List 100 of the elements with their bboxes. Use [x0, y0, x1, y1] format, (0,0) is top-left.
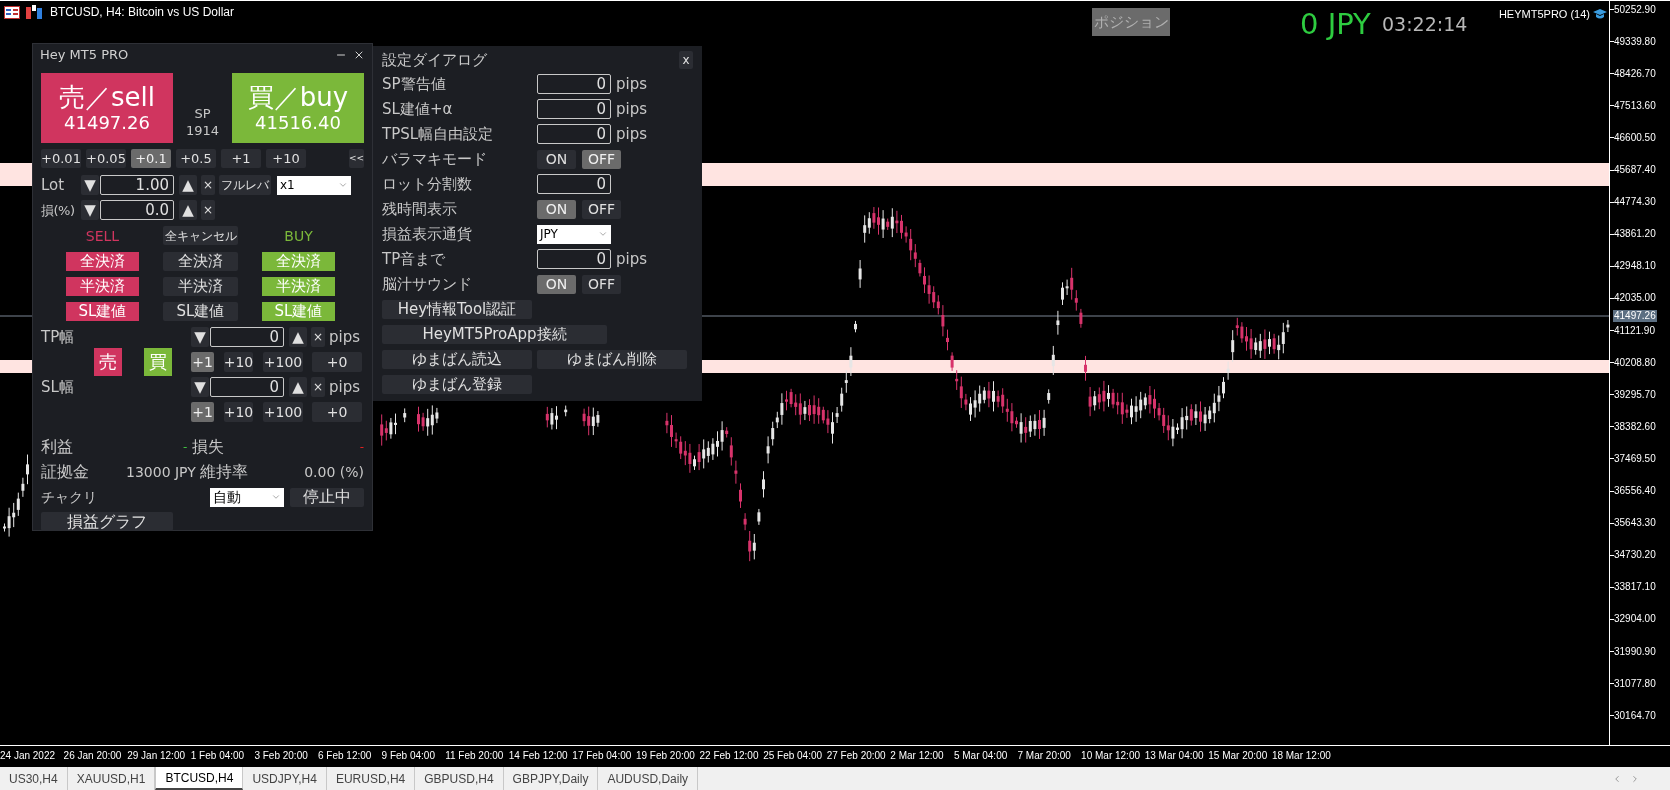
risk-field[interactable]: 0.0	[100, 200, 174, 220]
step-button[interactable]: +10	[224, 402, 253, 422]
leverage-select[interactable]: x1	[277, 175, 351, 195]
setting-field[interactable]: 0	[537, 124, 611, 144]
step-button[interactable]: +1	[191, 402, 214, 422]
scroll-left-icon[interactable]	[1612, 773, 1622, 784]
lot-step-button[interactable]: +0.01	[41, 149, 81, 168]
price-tick-label: 46600.50	[1614, 130, 1656, 145]
lot-step-button[interactable]: +0.5	[176, 149, 216, 168]
step-button[interactable]: +100	[263, 352, 303, 372]
sell-close-button[interactable]: SL建値	[66, 302, 139, 321]
risk-label: 損(%)	[41, 203, 76, 217]
increase-button[interactable]: ▲	[179, 175, 197, 195]
close-all-sides-button[interactable]: 半決済	[163, 277, 238, 296]
decrease-button[interactable]: ▼	[81, 200, 99, 220]
clear-button[interactable]: ×	[201, 200, 215, 220]
settings-action-button[interactable]: HeyMT5ProApp接続	[382, 325, 607, 344]
settings-action-button[interactable]: ゆまばん削除	[537, 350, 687, 369]
symbol-tab[interactable]: GBPJPY,Daily	[503, 767, 599, 790]
setting-field[interactable]: 0	[537, 174, 611, 194]
grid-icon[interactable]	[4, 5, 20, 19]
status-button[interactable]: 停止中	[290, 487, 364, 507]
settings-action-button[interactable]: ゆまばん登録	[382, 375, 532, 394]
symbol-tab[interactable]: EURUSD,H4	[326, 767, 416, 790]
profit-value: -	[183, 439, 188, 456]
settings-action-button[interactable]: Hey情報Tool認証	[382, 300, 532, 319]
tp-label: TP幅	[41, 327, 76, 347]
settings-action-button[interactable]: ゆまばん読込	[382, 350, 532, 369]
clear-button[interactable]: ×	[311, 327, 325, 347]
lot-step-button[interactable]: +10	[266, 149, 306, 168]
time-tick-label: 24 Jan 2022	[0, 749, 57, 763]
buy-header: BUY	[283, 227, 314, 246]
time-tick-label: 19 Feb 20:00	[635, 749, 696, 763]
scroll-right-icon[interactable]	[1630, 773, 1640, 784]
step-button[interactable]: +10	[224, 352, 253, 372]
time-tick-label: 3 Feb 20:00	[254, 749, 309, 763]
off-button[interactable]: OFF	[582, 199, 621, 219]
close-button[interactable]: x	[679, 51, 693, 69]
collapse-button[interactable]: <<	[349, 149, 364, 168]
setting-label: TP音まで	[382, 251, 447, 267]
price-tick-label: 47513.60	[1614, 98, 1656, 113]
step-button[interactable]: +0	[312, 402, 362, 422]
cancel-all-button[interactable]: 全キャンセル	[163, 226, 238, 245]
clear-button[interactable]: ×	[311, 377, 325, 397]
unit-label: pips	[329, 329, 361, 345]
price-tick-label: 38382.60	[1614, 419, 1656, 434]
on-button[interactable]: ON	[537, 274, 576, 294]
close-all-sides-button[interactable]: SL建値	[163, 302, 238, 321]
increase-button[interactable]: ▲	[289, 377, 307, 397]
time-tick-label: 7 Mar 20:00	[1017, 749, 1072, 763]
close-icon[interactable]	[353, 49, 365, 61]
off-button[interactable]: OFF	[582, 274, 621, 294]
time-tick-label: 1 Feb 04:00	[190, 749, 246, 763]
lot-field[interactable]: 1.00	[100, 175, 174, 195]
setting-field[interactable]: 0	[537, 249, 611, 269]
price-tick-label: 35643.30	[1614, 516, 1656, 531]
symbol-tab[interactable]: USDJPY,H4	[243, 767, 327, 790]
symbol-tab[interactable]: GBPUSD,H4	[415, 767, 504, 790]
profit-label: 利益	[41, 436, 73, 458]
step-button[interactable]: +100	[263, 402, 303, 422]
step-button[interactable]: +0	[312, 352, 362, 372]
step-button[interactable]: +1	[191, 352, 214, 372]
decrease-button[interactable]: ▼	[191, 327, 209, 347]
decrease-button[interactable]: ▼	[81, 175, 99, 195]
setting-field[interactable]: 0	[537, 99, 611, 119]
increase-button[interactable]: ▲	[289, 327, 307, 347]
symbol-tab[interactable]: US30,H4	[0, 767, 68, 790]
pnl-graph-button[interactable]: 損益グラフ	[41, 512, 173, 531]
close-all-sides-button[interactable]: 全決済	[163, 252, 238, 271]
time-tick-label: 10 Mar 12:00	[1081, 749, 1142, 763]
time-tick-label: 25 Feb 04:00	[763, 749, 824, 763]
chart-window-icon[interactable]	[26, 5, 42, 19]
lot-step-button[interactable]: +0.05	[86, 149, 126, 168]
lot-step-button[interactable]: +0.1	[131, 149, 171, 168]
unit-label: pips	[616, 251, 648, 267]
symbol-tab[interactable]: BTCUSD,H4	[155, 767, 244, 790]
tp-field[interactable]: 0	[210, 327, 284, 347]
clear-button[interactable]: ×	[201, 175, 215, 195]
sl-field[interactable]: 0	[210, 377, 284, 397]
symbol-tab[interactable]: AUDUSD,Daily	[598, 767, 699, 790]
on-button[interactable]: ON	[537, 149, 576, 169]
increase-button[interactable]: ▲	[179, 200, 197, 220]
time-tick-label: 9 Feb 04:00	[381, 749, 436, 763]
current-price-label: 41497.26	[1613, 310, 1657, 322]
decrease-button[interactable]: ▼	[191, 377, 209, 397]
setting-field[interactable]: 0	[537, 74, 611, 94]
off-button[interactable]: OFF	[582, 149, 621, 169]
sell-button[interactable]: 売／sell 41497.26	[41, 73, 173, 143]
lot-step-button[interactable]: +1	[221, 149, 261, 168]
unit-label: pips	[329, 379, 361, 395]
setting-label: SP警告値	[382, 76, 447, 92]
price-tick-label: 41121.90	[1614, 323, 1655, 338]
sl-label: SL幅	[41, 377, 75, 397]
currency-select[interactable]: JPY	[537, 224, 611, 244]
full-leverage-button[interactable]: フルレバ	[219, 175, 271, 195]
sell-close-button[interactable]: 半決済	[66, 277, 139, 296]
on-button[interactable]: ON	[537, 199, 576, 219]
mode-select[interactable]: 自動	[210, 487, 284, 507]
sell-close-button[interactable]: 全決済	[66, 252, 139, 271]
tp-sell-button[interactable]: 売	[94, 348, 122, 376]
